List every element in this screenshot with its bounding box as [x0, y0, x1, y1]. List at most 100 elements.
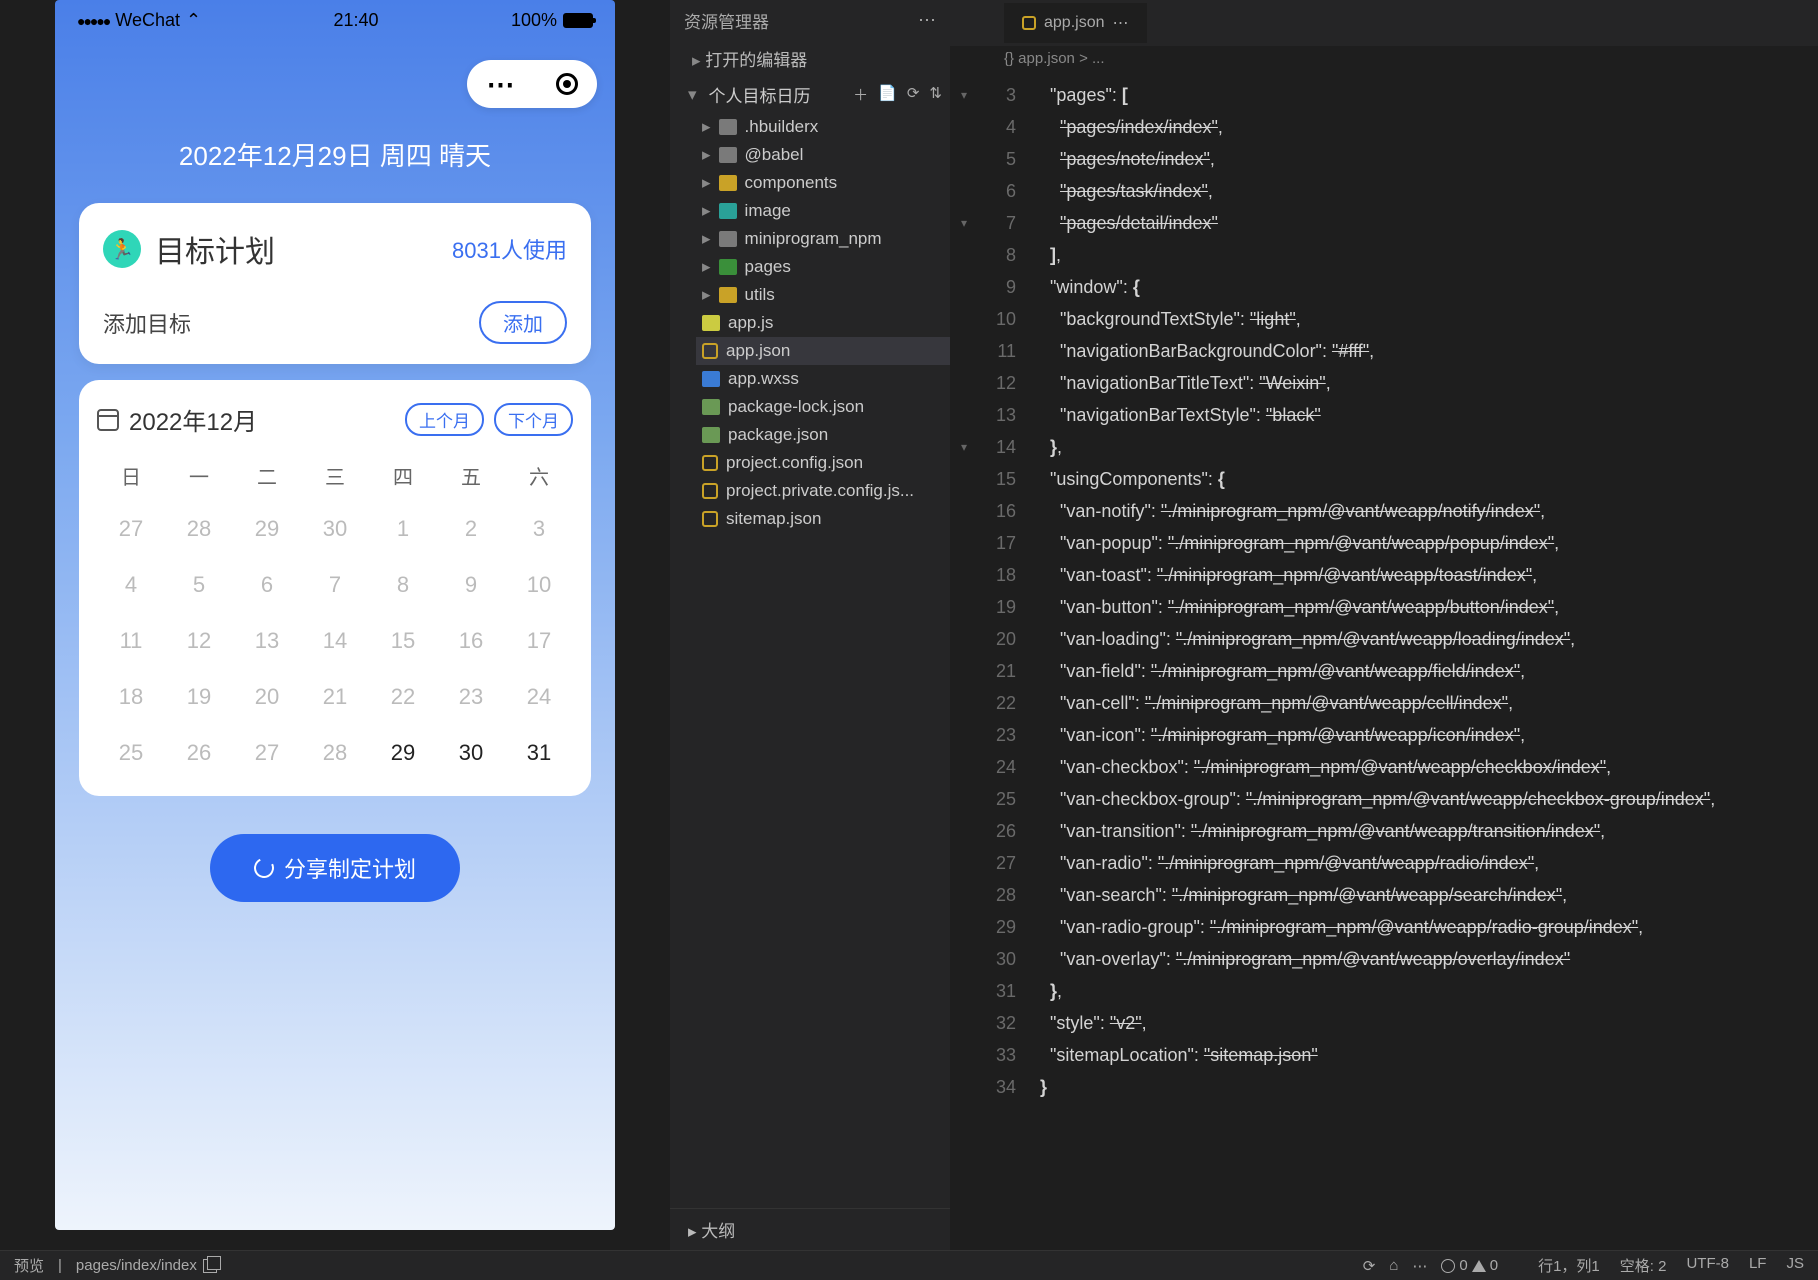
calendar-day[interactable]: 20: [233, 684, 301, 710]
calendar-day[interactable]: 19: [165, 684, 233, 710]
calendar-day[interactable]: 2: [437, 516, 505, 542]
calendar-day[interactable]: 24: [505, 684, 573, 710]
chevron-right-icon: [702, 257, 711, 277]
calendar-day[interactable]: 27: [233, 740, 301, 766]
prev-month-button[interactable]: 上个月: [405, 403, 484, 436]
calendar-day[interactable]: 8: [369, 572, 437, 598]
calendar-day[interactable]: 27: [97, 516, 165, 542]
calendar-card: 2022年12月 上个月 下个月 日一二三四五六 272829301234567…: [79, 380, 591, 796]
calendar-day[interactable]: 25: [97, 740, 165, 766]
statusbar-item[interactable]: LF: [1749, 1255, 1767, 1276]
explorer-more-icon[interactable]: ⋯: [918, 10, 936, 31]
calendar-day[interactable]: 3: [505, 516, 573, 542]
open-editors-section[interactable]: 打开的编辑器: [670, 41, 950, 76]
calendar-day[interactable]: 14: [301, 628, 369, 654]
calendar-icon: [97, 409, 119, 431]
sb-page-path[interactable]: pages/index/index: [76, 1257, 217, 1274]
calendar-day[interactable]: 6: [233, 572, 301, 598]
file-item[interactable]: app.js: [696, 309, 950, 337]
file-type-icon: [719, 147, 737, 163]
file-type-icon: [719, 259, 737, 275]
calendar-day[interactable]: 7: [301, 572, 369, 598]
file-item[interactable]: app.wxss: [696, 365, 950, 393]
calendar-day[interactable]: 31: [505, 740, 573, 766]
more-icon[interactable]: ⋯: [1412, 1257, 1427, 1275]
line-gutter: 3456789101112131415161718192021222324252…: [978, 71, 1030, 1250]
calendar-day[interactable]: 29: [369, 740, 437, 766]
explorer-action-icon[interactable]: ⟳: [907, 84, 920, 105]
explorer-action-icon[interactable]: ⇅: [929, 84, 942, 105]
refresh-icon[interactable]: ⟳: [1363, 1257, 1376, 1275]
code-content[interactable]: "pages": [ "pages/index/index", "pages/n…: [1030, 71, 1818, 1250]
calendar-day[interactable]: 21: [301, 684, 369, 710]
calendar-grid: 2728293012345678910111213141516171819202…: [97, 516, 573, 766]
file-item[interactable]: sitemap.json: [696, 505, 950, 533]
outline-section[interactable]: 大纲: [670, 1208, 950, 1250]
calendar-day[interactable]: 30: [301, 516, 369, 542]
explorer-action-icon[interactable]: ＋: [853, 84, 868, 105]
weekday-label: 日: [97, 461, 165, 490]
calendar-day[interactable]: 26: [165, 740, 233, 766]
file-item[interactable]: project.private.config.js...: [696, 477, 950, 505]
calendar-day[interactable]: 10: [505, 572, 573, 598]
capsule-close-icon[interactable]: [556, 73, 578, 95]
capsule-menu[interactable]: ⋯: [467, 60, 597, 108]
calendar-day[interactable]: 17: [505, 628, 573, 654]
copy-icon[interactable]: [203, 1259, 217, 1273]
file-type-icon: [719, 175, 737, 191]
calendar-day[interactable]: 18: [97, 684, 165, 710]
file-type-icon: [702, 427, 720, 443]
battery-label: 100%: [511, 10, 557, 31]
statusbar-item[interactable]: 行1，列1: [1538, 1255, 1600, 1276]
file-name-label: package.json: [728, 425, 828, 445]
file-item[interactable]: package.json: [696, 421, 950, 449]
statusbar-item[interactable]: JS: [1786, 1255, 1804, 1276]
file-item[interactable]: app.json: [696, 337, 950, 365]
calendar-day[interactable]: 11: [97, 628, 165, 654]
next-month-button[interactable]: 下个月: [494, 403, 573, 436]
home-icon[interactable]: ⌂: [1389, 1257, 1398, 1274]
file-name-label: pages: [745, 257, 791, 277]
calendar-day[interactable]: 13: [233, 628, 301, 654]
calendar-day[interactable]: 28: [165, 516, 233, 542]
tab-app-json[interactable]: app.json ⋯: [1004, 3, 1147, 43]
calendar-day[interactable]: 23: [437, 684, 505, 710]
explorer-action-icon[interactable]: 📄: [878, 84, 897, 105]
folder-item[interactable]: image: [696, 197, 950, 225]
calendar-day[interactable]: 5: [165, 572, 233, 598]
calendar-day[interactable]: 29: [233, 516, 301, 542]
file-name-label: miniprogram_npm: [745, 229, 882, 249]
folder-item[interactable]: miniprogram_npm: [696, 225, 950, 253]
file-item[interactable]: package-lock.json: [696, 393, 950, 421]
capsule-more-icon[interactable]: ⋯: [487, 68, 517, 101]
file-type-icon: [719, 119, 737, 135]
calendar-day[interactable]: 15: [369, 628, 437, 654]
file-name-label: .hbuilderx: [745, 117, 819, 137]
sb-preview[interactable]: 预览: [14, 1255, 44, 1276]
calendar-day[interactable]: 4: [97, 572, 165, 598]
file-item[interactable]: project.config.json: [696, 449, 950, 477]
problems-indicator[interactable]: 0 0: [1441, 1257, 1498, 1274]
calendar-day[interactable]: 16: [437, 628, 505, 654]
calendar-day[interactable]: 28: [301, 740, 369, 766]
folder-item[interactable]: utils: [696, 281, 950, 309]
statusbar-item[interactable]: UTF-8: [1686, 1255, 1729, 1276]
folder-item[interactable]: .hbuilderx: [696, 113, 950, 141]
calendar-day[interactable]: 22: [369, 684, 437, 710]
status-time: 21:40: [333, 10, 378, 31]
folder-item[interactable]: pages: [696, 253, 950, 281]
folder-item[interactable]: @babel: [696, 141, 950, 169]
goal-card: 🏃 目标计划 8031人使用 添加目标 添加: [79, 203, 591, 364]
statusbar-item[interactable]: 空格: 2: [1620, 1255, 1667, 1276]
share-plan-button[interactable]: 分享制定计划: [210, 834, 460, 902]
calendar-day[interactable]: 1: [369, 516, 437, 542]
project-root[interactable]: 个人目标日历 ＋📄⟳⇅: [670, 76, 950, 113]
editor-breadcrumb[interactable]: {} app.json > ...: [950, 46, 1818, 71]
calendar-day[interactable]: 9: [437, 572, 505, 598]
code-area[interactable]: ▾▾▾ 345678910111213141516171819202122232…: [950, 71, 1818, 1250]
calendar-day[interactable]: 30: [437, 740, 505, 766]
explorer-header: 资源管理器 ⋯: [670, 0, 950, 41]
add-goal-button[interactable]: 添加: [479, 301, 567, 344]
folder-item[interactable]: components: [696, 169, 950, 197]
calendar-day[interactable]: 12: [165, 628, 233, 654]
